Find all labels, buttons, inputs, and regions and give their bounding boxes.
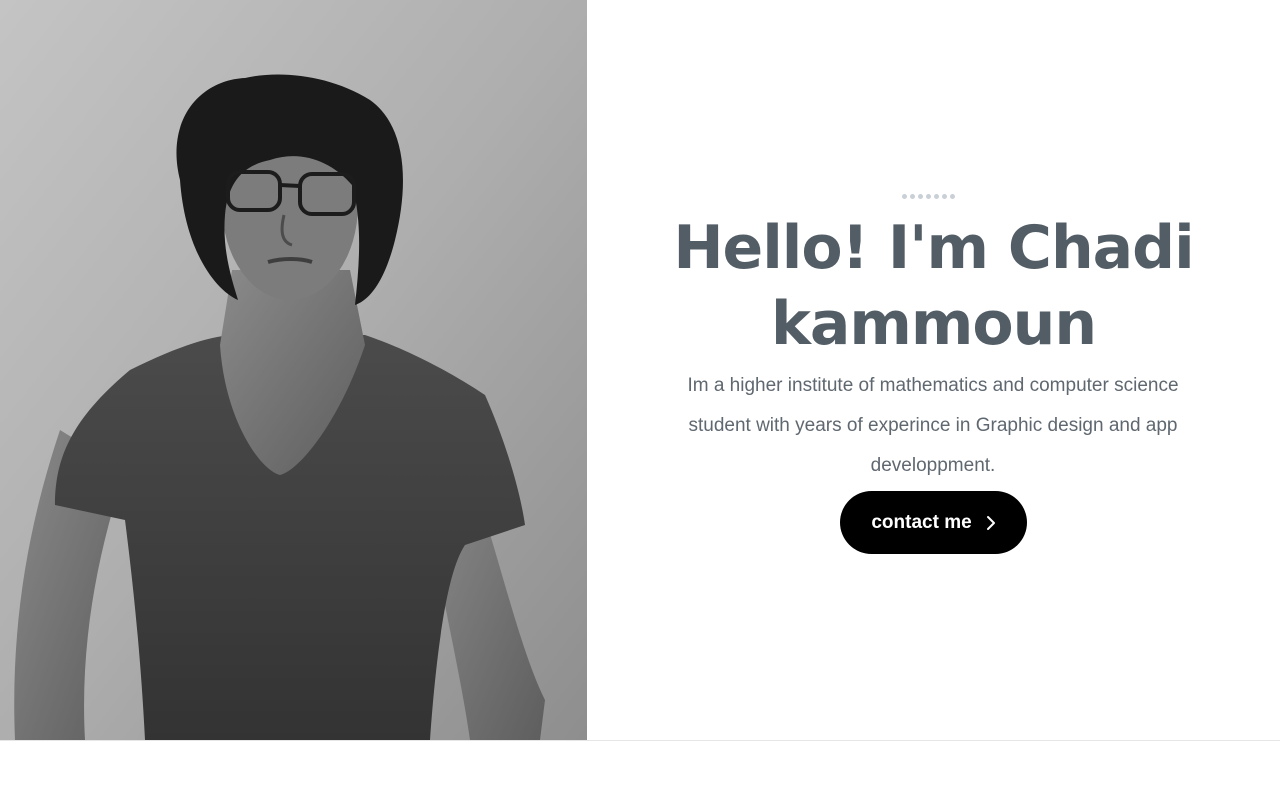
dot	[942, 194, 947, 199]
intro-panel: Hello! I'm Chadi kammoun Im a higher ins…	[587, 0, 1280, 740]
page-title: Hello! I'm Chadi kammoun	[673, 213, 1194, 359]
dot	[926, 194, 931, 199]
dot	[918, 194, 923, 199]
dot	[934, 194, 939, 199]
dot	[902, 194, 907, 199]
portrait-illustration	[0, 0, 587, 740]
chevron-right-icon	[986, 515, 996, 531]
contact-button[interactable]: contact me	[840, 491, 1027, 554]
bio-text: Im a higher institute of mathematics and…	[687, 375, 1179, 476]
decorative-dots	[902, 194, 955, 199]
contact-button-label: contact me	[871, 511, 972, 533]
dot	[950, 194, 955, 199]
hero-section: Hello! I'm Chadi kammoun Im a higher ins…	[0, 0, 1280, 741]
dot	[910, 194, 915, 199]
portrait-photo	[0, 0, 587, 740]
